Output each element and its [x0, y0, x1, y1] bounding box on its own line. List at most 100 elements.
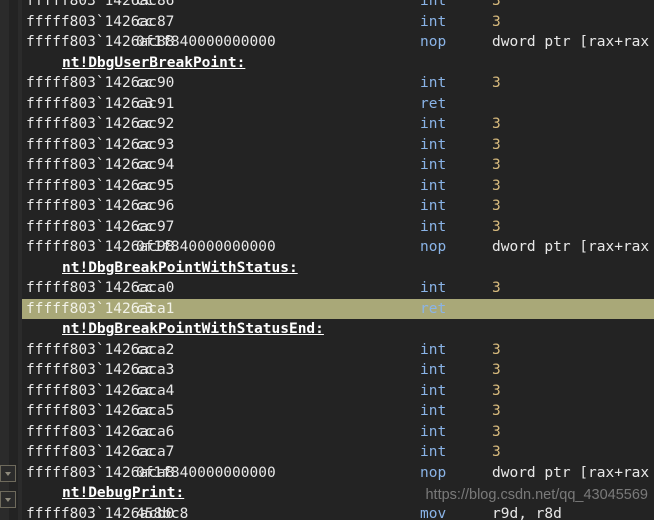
- instruction-operands: 3: [492, 136, 501, 153]
- instruction-row[interactable]: fffff803`1426ac98 0f1f840000000000 nop dwor…: [22, 237, 654, 258]
- instruction-bytes: cc: [136, 423, 154, 440]
- instruction-bytes: cc: [136, 0, 154, 9]
- instruction-operands: 3: [492, 116, 501, 132]
- instruction-mnemonic: int: [420, 13, 447, 30]
- symbol-label: nt!DbgBreakPointWithStatusEnd:: [62, 321, 324, 337]
- instruction-row[interactable]: fffff803`1426aca8 0f1f840000000000 nop dwor…: [22, 463, 654, 484]
- current-instruction-row[interactable]: fffff803`1426aca1 c3 ret: [22, 298, 654, 319]
- instruction-bytes: cc: [136, 218, 154, 235]
- instruction-operands: 3: [492, 177, 501, 194]
- instruction-row[interactable]: fffff803`1426ac87 cc int 3: [22, 12, 654, 33]
- instruction-operands: 3: [492, 382, 501, 399]
- instruction-bytes: cc: [136, 75, 154, 91]
- instruction-bytes: cc: [136, 177, 154, 194]
- instruction-bytes: 0f1f840000000000: [136, 239, 276, 255]
- instruction-mnemonic: int: [420, 341, 447, 358]
- instruction-row[interactable]: fffff803`1426ac91 c3 ret: [22, 94, 654, 115]
- instruction-bytes: cc: [136, 157, 154, 173]
- triangle-down-icon: [5, 498, 11, 502]
- instruction-operands: 3: [492, 198, 501, 214]
- instruction-bytes: cc: [136, 362, 154, 378]
- instruction-operands: 3: [492, 218, 501, 235]
- triangle-up-icon: [5, 472, 11, 476]
- instruction-operands: 3: [492, 444, 501, 460]
- instruction-row[interactable]: fffff803`1426ac86 cc int 3: [22, 0, 654, 12]
- instruction-row[interactable]: fffff803`1426aca2 cc int 3: [22, 340, 654, 361]
- instruction-mnemonic: int: [420, 403, 447, 419]
- instruction-operands: 3: [492, 362, 501, 378]
- scroll-up-button[interactable]: [0, 465, 16, 482]
- instruction-row[interactable]: fffff803`1426aca7 cc int 3: [22, 442, 654, 463]
- instruction-row[interactable]: fffff803`1426ac90 cc int 3: [22, 73, 654, 94]
- instruction-bytes: 0f1f840000000000: [136, 34, 276, 50]
- instruction-bytes: cc: [136, 382, 154, 399]
- instruction-mnemonic: int: [420, 157, 447, 173]
- instruction-operands: 3: [492, 403, 501, 419]
- instruction-mnemonic: nop: [420, 34, 447, 50]
- instruction-row[interactable]: fffff803`1426ac97 cc int 3: [22, 217, 654, 238]
- symbol-label-row[interactable]: nt!DbgBreakPointWithStatus:: [22, 258, 654, 279]
- symbol-label: nt!DebugPrint:: [62, 485, 185, 501]
- instruction-operands: 3: [492, 157, 501, 173]
- instruction-row[interactable]: fffff803`1426aca4 cc int 3: [22, 381, 654, 402]
- instruction-operands: 3: [492, 341, 501, 358]
- instruction-mnemonic: ret: [420, 95, 447, 112]
- instruction-mnemonic: nop: [420, 464, 447, 481]
- instruction-operands: 3: [492, 423, 501, 440]
- disassembly-window: fffff803`1426ac86 cc int 3 fffff803`1426ac87…: [0, 0, 654, 520]
- instruction-row[interactable]: fffff803`1426aca6 cc int 3: [22, 422, 654, 443]
- instruction-bytes: cc: [136, 341, 154, 358]
- symbol-label-row[interactable]: nt!DebugPrint:: [22, 483, 654, 504]
- instruction-bytes: cc: [136, 403, 154, 419]
- instruction-bytes: cc: [136, 13, 154, 30]
- instruction-mnemonic: int: [420, 75, 447, 91]
- instruction-mnemonic: int: [420, 362, 447, 378]
- instruction-row[interactable]: fffff803`1426aca3 cc int 3: [22, 360, 654, 381]
- instruction-bytes: cc: [136, 280, 154, 296]
- instruction-mnemonic: int: [420, 177, 447, 194]
- instruction-operands: dword ptr [rax+rax: [492, 34, 650, 50]
- instruction-mnemonic: int: [420, 0, 447, 9]
- instruction-bytes: cc: [136, 116, 154, 132]
- instruction-bytes: cc: [136, 136, 154, 153]
- instruction-mnemonic: int: [420, 218, 447, 235]
- instruction-row[interactable]: fffff803`1426ac93 cc int 3: [22, 135, 654, 156]
- instruction-row[interactable]: fffff803`1426ac88 0f1f840000000000 nop dwor…: [22, 32, 654, 53]
- instruction-row[interactable]: fffff803`1426ac96 cc int 3: [22, 196, 654, 217]
- instruction-operands: 3: [492, 0, 501, 9]
- instruction-row[interactable]: fffff803`1426aca5 cc int 3: [22, 401, 654, 422]
- instruction-operands: 3: [492, 13, 501, 30]
- symbol-label-row[interactable]: nt!DbgBreakPointWithStatusEnd:: [22, 319, 654, 340]
- instruction-operands: dword ptr [rax+rax: [492, 464, 650, 481]
- instruction-mnemonic: mov: [420, 505, 447, 520]
- instruction-row[interactable]: fffff803`1426ac94 cc int 3: [22, 155, 654, 176]
- instruction-bytes: 0f1f840000000000: [136, 464, 276, 481]
- instruction-row[interactable]: fffff803`1426acb0 458bc8 mov r9d, r8d: [22, 504, 654, 520]
- instruction-bytes: cc: [136, 198, 154, 214]
- gutter-strip: [9, 0, 18, 520]
- instruction-mnemonic: int: [420, 136, 447, 153]
- instruction-row[interactable]: fffff803`1426aca0 cc int 3: [22, 278, 654, 299]
- instruction-row[interactable]: fffff803`1426ac95 cc int 3: [22, 176, 654, 197]
- instruction-row[interactable]: fffff803`1426ac92 cc int 3: [22, 114, 654, 135]
- instruction-operands: 3: [492, 75, 501, 91]
- instruction-mnemonic: int: [420, 198, 447, 214]
- symbol-label: nt!DbgUserBreakPoint:: [62, 54, 246, 71]
- instruction-bytes: 458bc8: [136, 505, 189, 520]
- symbol-label-row[interactable]: nt!DbgUserBreakPoint:: [22, 53, 654, 74]
- instruction-mnemonic: int: [420, 280, 447, 296]
- instruction-mnemonic: nop: [420, 239, 447, 255]
- scroll-down-button[interactable]: [0, 491, 16, 508]
- disassembly-listing[interactable]: fffff803`1426ac86 cc int 3 fffff803`1426ac87…: [22, 0, 654, 520]
- left-gutter: [0, 0, 23, 520]
- instruction-mnemonic: int: [420, 382, 447, 399]
- instruction-mnemonic: int: [420, 444, 447, 460]
- instruction-operands: r9d, r8d: [492, 505, 562, 520]
- instruction-bytes: c3: [136, 95, 154, 112]
- instruction-bytes: c3: [136, 300, 154, 317]
- instruction-operands: 3: [492, 280, 501, 296]
- instruction-mnemonic: ret: [420, 300, 447, 317]
- symbol-label: nt!DbgBreakPointWithStatus:: [62, 259, 298, 276]
- instruction-mnemonic: int: [420, 423, 447, 440]
- instruction-mnemonic: int: [420, 116, 447, 132]
